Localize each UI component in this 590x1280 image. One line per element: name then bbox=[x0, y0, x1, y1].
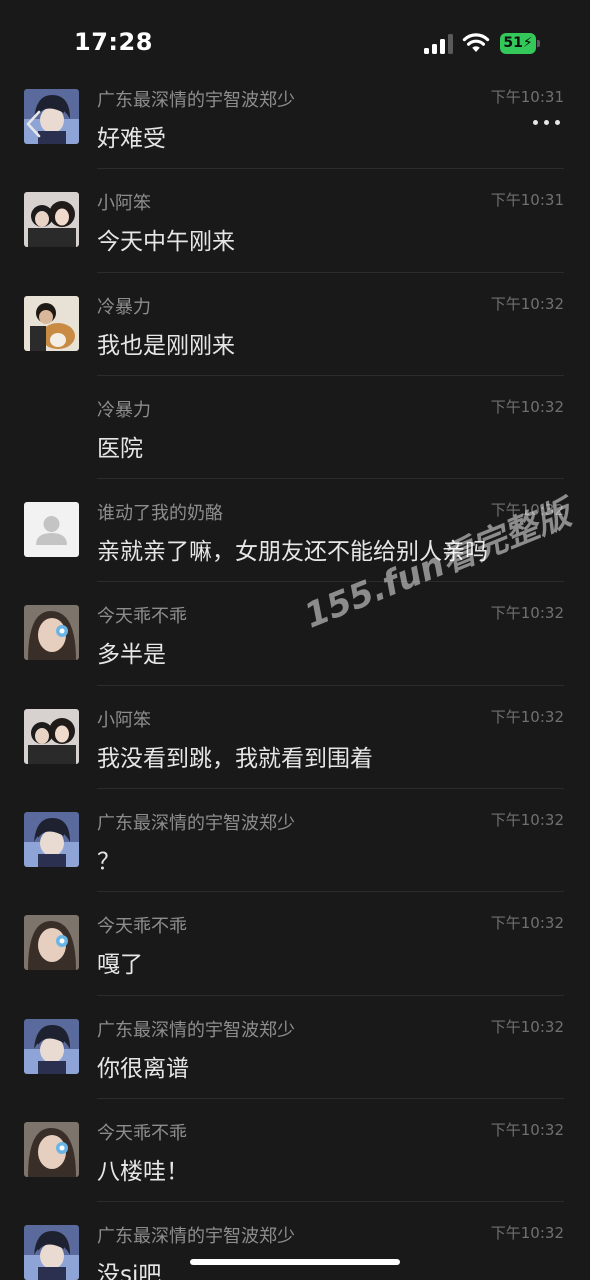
message-time: 下午10:32 bbox=[490, 811, 564, 830]
wifi-icon bbox=[462, 33, 490, 52]
list-item[interactable]: 小阿笨 下午10:31 今天中午刚来 bbox=[0, 169, 590, 273]
status-time: 17:28 bbox=[74, 28, 153, 56]
avatar[interactable] bbox=[24, 812, 79, 868]
message-text: ？ bbox=[97, 849, 120, 876]
message-text: 我也是刚刚来 bbox=[97, 332, 235, 359]
avatar[interactable] bbox=[24, 708, 79, 764]
message-list: 广东最深情的宇智波郑少 下午10:31 好难受 小阿笨 下午10:31 今天中午… bbox=[0, 66, 590, 1280]
sender-name: 今天乖不乖 bbox=[97, 1122, 187, 1144]
list-item[interactable]: 小阿笨 下午10:32 我没看到跳，我就看到围着 bbox=[0, 686, 590, 790]
sender-name: 冷暴力 bbox=[97, 399, 151, 421]
chat-search-screen: 17:28 51⚡ 广东最深情的宇智波郑少 下午10:31 好难受 小阿笨 下午… bbox=[0, 0, 590, 1280]
avatar[interactable] bbox=[24, 1018, 79, 1074]
sender-name: 小阿笨 bbox=[97, 709, 151, 731]
message-text: 没si吧 bbox=[97, 1262, 162, 1280]
avatar[interactable] bbox=[24, 1121, 79, 1177]
message-text: 八楼哇！ bbox=[97, 1158, 189, 1185]
back-button[interactable] bbox=[20, 108, 50, 140]
battery-level: 51 bbox=[503, 35, 523, 51]
sender-name: 小阿笨 bbox=[97, 193, 151, 215]
message-time: 下午10:32 bbox=[490, 294, 564, 313]
avatar[interactable] bbox=[24, 605, 79, 661]
sender-name: 今天乖不乖 bbox=[97, 606, 187, 628]
sender-name: 广东最深情的宇智波郑少 bbox=[97, 1226, 295, 1248]
message-time: 下午10:32 bbox=[490, 707, 564, 726]
message-text: 好难受 bbox=[97, 126, 166, 152]
list-item[interactable]: 广东最深情的宇智波郑少 下午10:32 ？ bbox=[0, 789, 590, 893]
list-item[interactable]: 冷暴力 下午10:32 我也是刚刚来 bbox=[0, 273, 590, 376]
message-time: 下午10:32 bbox=[490, 1120, 564, 1139]
chevron-left-icon bbox=[26, 110, 41, 138]
sender-name: 谁动了我的奶酪 bbox=[97, 503, 223, 525]
sender-name: 广东最深情的宇智波郑少 bbox=[97, 1019, 295, 1041]
avatar[interactable] bbox=[24, 192, 79, 248]
message-text: 你很离谱 bbox=[97, 1055, 189, 1082]
message-text: 我没看到跳，我就看到围着 bbox=[97, 745, 373, 772]
message-text: 医院 bbox=[97, 435, 143, 462]
avatar[interactable] bbox=[24, 295, 79, 351]
message-time: 下午10:32 bbox=[490, 1224, 564, 1243]
avatar[interactable] bbox=[24, 1225, 79, 1280]
list-item[interactable]: 今天乖不乖 下午10:32 多半是 bbox=[0, 582, 590, 686]
sender-name: 广东最深情的宇智波郑少 bbox=[97, 813, 295, 835]
list-item[interactable]: 冷暴力 下午10:32 医院 bbox=[0, 376, 590, 480]
message-text: 嘎了 bbox=[97, 952, 143, 979]
battery-charging-icon: 51⚡ bbox=[500, 33, 540, 54]
message-text: 今天中午刚来 bbox=[97, 229, 235, 256]
avatar[interactable] bbox=[24, 915, 79, 971]
message-time: 下午10:32 bbox=[490, 1017, 564, 1036]
list-item[interactable]: 广东最深情的宇智波郑少 下午10:32 你很离谱 bbox=[0, 996, 590, 1099]
sender-name: 冷暴力 bbox=[97, 296, 151, 318]
sender-name: 今天乖不乖 bbox=[97, 916, 187, 938]
message-time: 下午10:32 bbox=[490, 397, 564, 416]
more-button[interactable] bbox=[530, 114, 564, 132]
list-item[interactable]: 今天乖不乖 下午10:32 嘎了 bbox=[0, 892, 590, 996]
list-item[interactable]: 广东最深情的宇智波郑少 下午10:32 没si吧 bbox=[0, 1202, 590, 1280]
list-item[interactable]: 广东最深情的宇智波郑少 下午10:31 好难受 bbox=[0, 66, 590, 170]
message-time: 下午10:32 bbox=[490, 914, 564, 933]
message-time: 下午10:31 bbox=[490, 88, 564, 106]
cellular-signal-icon bbox=[424, 34, 454, 54]
message-time: 下午10:31 bbox=[490, 191, 564, 210]
avatar[interactable] bbox=[24, 502, 79, 558]
message-time: 下午10:32 bbox=[490, 604, 564, 623]
default-avatar-icon bbox=[24, 502, 79, 558]
home-indicator[interactable] bbox=[190, 1259, 400, 1265]
sender-name: 广东最深情的宇智波郑少 bbox=[97, 90, 295, 111]
message-text: 多半是 bbox=[97, 642, 166, 669]
list-item[interactable]: 今天乖不乖 下午10:32 八楼哇！ bbox=[0, 1099, 590, 1203]
